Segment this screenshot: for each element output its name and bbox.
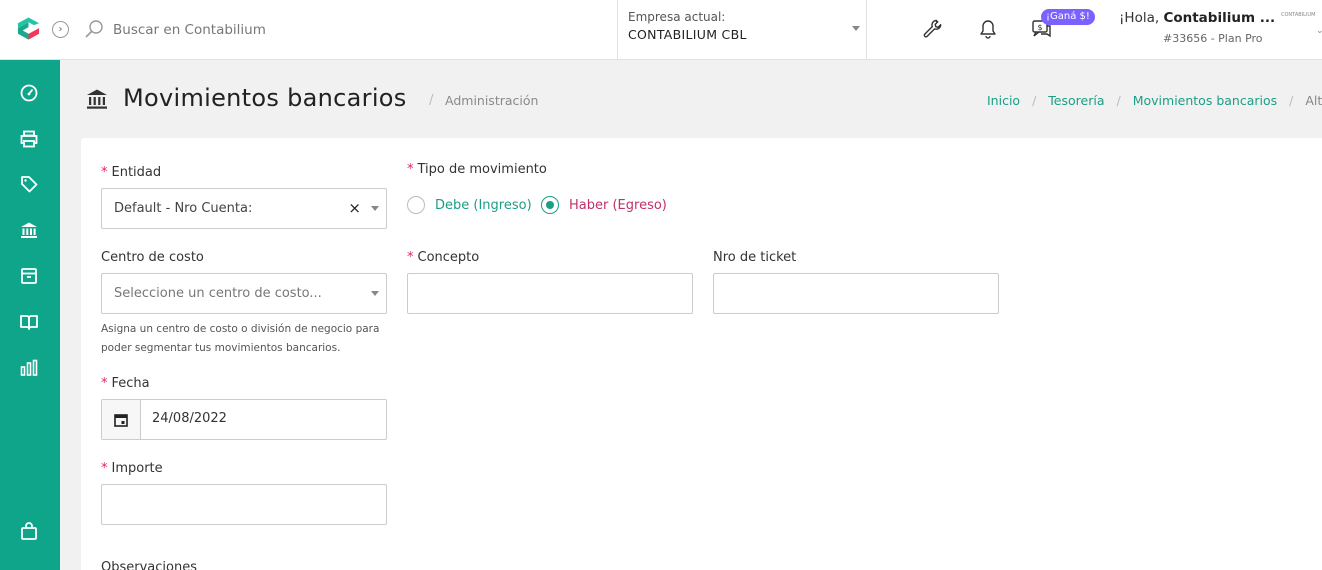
svg-text:$: $	[1037, 23, 1042, 32]
required-marker: *	[407, 250, 414, 265]
cost-center-help: Asigna un centro de costo o división de …	[101, 323, 380, 354]
contabilium-logo-icon[interactable]	[16, 16, 41, 42]
bank-icon	[87, 89, 107, 109]
observations-label: Observaciones	[101, 560, 197, 570]
book-icon	[20, 315, 38, 330]
breadcrumb: Inicio / Tesorería / Movimientos bancari…	[987, 93, 1322, 108]
page-title: Movimientos bancarios	[123, 84, 407, 112]
movement-type-label-text: Tipo de movimiento	[417, 162, 547, 177]
amount-input[interactable]	[101, 484, 387, 525]
calendar-icon	[114, 413, 128, 427]
chevron-down-icon	[852, 26, 860, 31]
dashboard-gauge-icon	[20, 84, 38, 102]
tag-icon	[21, 176, 38, 193]
sidebar-item-dashboard[interactable]	[18, 82, 40, 104]
title-separator: /	[429, 93, 434, 108]
entity-select[interactable]: Default - Nro Cuenta: ×	[101, 188, 387, 229]
required-marker: *	[407, 162, 414, 177]
chevron-down-icon	[371, 206, 379, 211]
company-selector[interactable]: Empresa actual: CONTABILIUM CBL	[617, 0, 867, 59]
breadcrumb-home[interactable]: Inicio	[987, 93, 1020, 108]
user-menu-chevron-icon[interactable]: ⌄	[1316, 26, 1322, 36]
required-marker: *	[101, 165, 108, 180]
user-name: Contabilium ...	[1163, 10, 1276, 26]
date-picker-button[interactable]	[102, 400, 141, 439]
user-company-logo: CONTABILIUM	[1281, 12, 1316, 18]
entity-label-text: Entidad	[111, 165, 162, 180]
cost-center-placeholder: Seleccione un centro de costo...	[114, 286, 322, 301]
box-icon	[21, 268, 37, 284]
sidebar-item-treasury[interactable]	[18, 219, 40, 241]
radio-debe[interactable]	[407, 196, 425, 214]
sidebar-item-sales[interactable]	[18, 128, 40, 150]
concept-label: * Concepto	[407, 250, 479, 265]
breadcrumb-separator: /	[1116, 93, 1121, 108]
chevron-down-icon	[371, 291, 379, 296]
entity-label: * Entidad	[101, 165, 161, 180]
radio-haber-label[interactable]: Haber (Egreso)	[569, 198, 667, 213]
chevron-right-icon: ›	[58, 24, 63, 35]
shopping-bag-icon	[21, 522, 37, 540]
bell-icon[interactable]	[977, 18, 999, 40]
concept-label-text: Concepto	[417, 250, 480, 265]
greeting-prefix: ¡Hola,	[1119, 10, 1164, 26]
required-marker: *	[101, 376, 108, 391]
sidebar-item-inventory[interactable]	[18, 265, 40, 287]
top-bar: › Empresa actual: CONTABILIUM CBL $ ¡Gan…	[0, 0, 1322, 60]
required-marker: *	[101, 461, 108, 476]
breadcrumb-separator: /	[1289, 93, 1294, 108]
radio-haber[interactable]	[541, 196, 559, 214]
date-value: 24/08/2022	[152, 411, 227, 426]
radio-debe-label[interactable]: Debe (Ingreso)	[435, 198, 532, 213]
search-icon	[85, 20, 103, 38]
breadcrumb-separator: /	[1032, 93, 1037, 108]
wrench-icon[interactable]	[922, 18, 944, 40]
amount-label-text: Importe	[111, 461, 163, 476]
amount-label: * Importe	[101, 461, 163, 476]
bank-icon	[21, 222, 37, 238]
search-input[interactable]	[113, 19, 513, 41]
breadcrumb-current: Alta	[1305, 93, 1322, 108]
entity-select-value: Default - Nro Cuenta:	[114, 201, 253, 216]
ticket-number-label: Nro de ticket	[713, 250, 797, 265]
cost-center-select[interactable]: Seleccione un centro de costo...	[101, 273, 387, 314]
page-subtitle: Administración	[445, 93, 539, 108]
concept-input[interactable]	[407, 273, 693, 314]
bar-chart-icon	[20, 359, 38, 376]
company-label: Empresa actual:	[628, 10, 726, 24]
promo-badge[interactable]: ¡Ganá $!	[1041, 9, 1095, 25]
sidebar-item-products[interactable]	[18, 173, 40, 195]
sidebar-toggle-button[interactable]: ›	[52, 21, 69, 38]
sidebar-item-store[interactable]	[18, 520, 40, 542]
user-greeting[interactable]: ¡Hola, Contabilium ...	[1119, 10, 1275, 26]
date-label: * Fecha	[101, 376, 150, 391]
date-label-text: Fecha	[111, 376, 150, 391]
ticket-number-input[interactable]	[713, 273, 999, 314]
breadcrumb-bank-movements[interactable]: Movimientos bancarios	[1133, 93, 1277, 108]
sidebar-item-accounting[interactable]	[18, 311, 40, 333]
user-plan: #33656 - Plan Pro	[1163, 32, 1263, 45]
breadcrumb-treasury[interactable]: Tesorería	[1048, 93, 1104, 108]
printer-icon	[20, 130, 38, 148]
movement-type-label: * Tipo de movimiento	[407, 162, 547, 177]
sidebar	[0, 60, 60, 570]
sidebar-item-reports[interactable]	[18, 357, 40, 379]
company-value: CONTABILIUM CBL	[628, 27, 747, 42]
date-field[interactable]: 24/08/2022	[101, 399, 387, 440]
clear-icon[interactable]: ×	[348, 199, 361, 217]
cost-center-label: Centro de costo	[101, 250, 204, 265]
